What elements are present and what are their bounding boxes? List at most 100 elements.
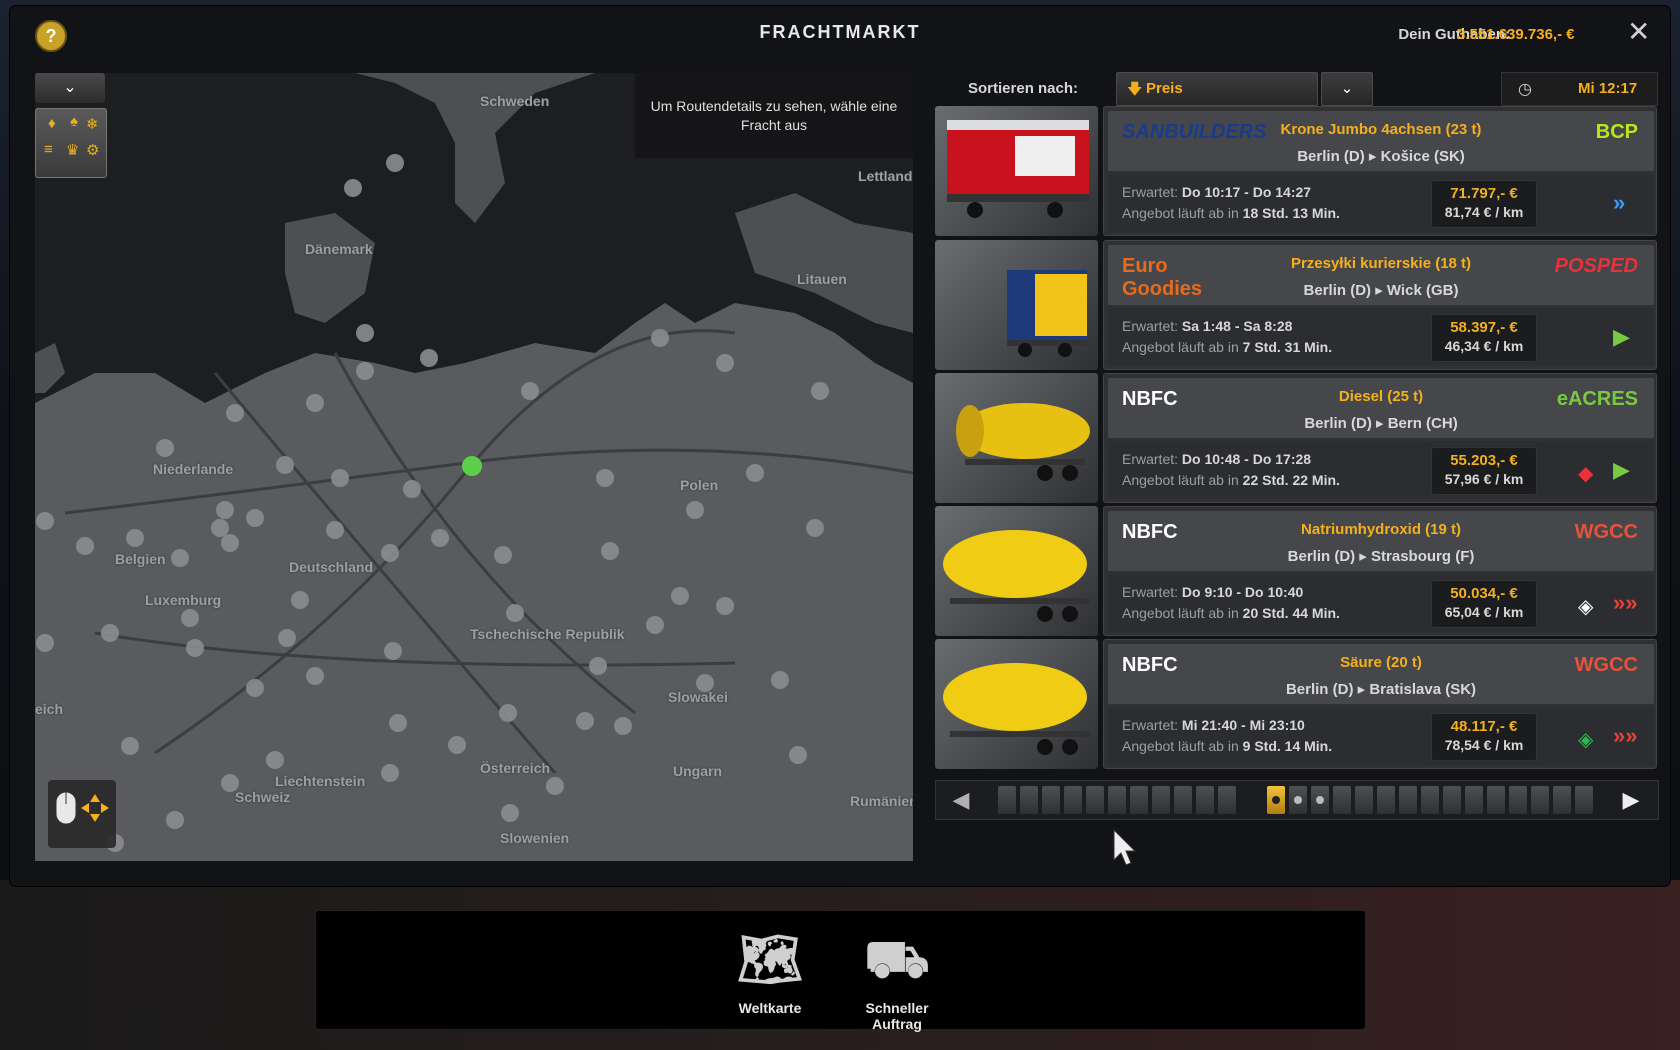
map-label: Liechtenstein: [275, 773, 366, 789]
cargo-card[interactable]: NBFC Diesel (25 t) Berlin (D) ▸ Bern (CH…: [1103, 373, 1657, 503]
route-map[interactable]: Schweden Dänemark Lettland Litauen Niede…: [35, 73, 913, 861]
page-slot[interactable]: [1509, 786, 1527, 814]
trophy-icon: ♛: [66, 142, 80, 159]
cargo-card[interactable]: NBFC Säure (20 t) Berlin (D) ▸ Bratislav…: [1103, 639, 1657, 769]
map-label: Niederlande: [153, 461, 234, 477]
price-per-km: 57,96 € / km: [1444, 471, 1524, 487]
page-slot[interactable]: [1020, 786, 1038, 814]
page-slider[interactable]: ◀ ▶: [935, 780, 1659, 820]
page-slot[interactable]: [1311, 786, 1329, 814]
urgency-icon: »: [1613, 190, 1626, 215]
page-slot[interactable]: [1575, 786, 1593, 814]
expected-time: Erwartet: Do 9:10 - Do 10:40: [1122, 584, 1304, 600]
expected-time: Erwartet: Mi 21:40 - Mi 23:10: [1122, 717, 1305, 733]
sort-value: Preis: [1146, 80, 1183, 97]
target-company-logo: WGCC: [1574, 521, 1638, 543]
page-slot[interactable]: [1531, 786, 1549, 814]
page-slot[interactable]: [1174, 786, 1192, 814]
cargo-route: Berlin (D) ▸ Strasbourg (F): [1287, 548, 1475, 565]
page-slot-active[interactable]: [1267, 786, 1285, 814]
cargo-card[interactable]: NBFC Natriumhydroxid (19 t) Berlin (D) ▸…: [1103, 506, 1657, 636]
price-per-km: 81,74 € / km: [1444, 204, 1524, 220]
hazard-toxic-icon: ◈: [1578, 729, 1594, 751]
sort-select[interactable]: 🡇 Preis: [1116, 72, 1318, 106]
cargo-route: Berlin (D) ▸ Bern (CH): [1304, 415, 1458, 432]
company-logo: NBFC: [1122, 521, 1178, 543]
trailer-image: [935, 506, 1098, 636]
price-box: 55.203,- € 57,96 € / km: [1431, 447, 1537, 495]
page-slot[interactable]: [1196, 786, 1214, 814]
chevron-right-icon[interactable]: ▶: [1606, 781, 1656, 819]
offer-expiry: Angebot läuft ab in 22 Std. 22 Min.: [1122, 472, 1340, 488]
target-company-logo: eACRES: [1556, 388, 1638, 410]
price-per-km: 65,04 € / km: [1444, 604, 1524, 620]
map-label: Deutschland: [289, 559, 374, 575]
close-icon[interactable]: ✕: [1627, 18, 1650, 46]
cargo-offer[interactable]: NBFC Diesel (25 t) Berlin (D) ▸ Bern (CH…: [935, 373, 1657, 503]
fuel-icon: ♦: [48, 115, 56, 132]
cargo-card[interactable]: Euro Goodies Przesyłki kurierskie (18 t)…: [1103, 240, 1657, 370]
page-slot[interactable]: [1421, 786, 1439, 814]
cargo-name: Säure (20 t): [1340, 654, 1422, 671]
map-label: Slowenien: [500, 830, 570, 846]
cargo-offer[interactable]: SANBUILDERS Krone Jumbo 4achsen (23 t) B…: [935, 106, 1657, 236]
sort-dropdown-button[interactable]: ⌄: [1321, 72, 1373, 106]
offer-expiry: Angebot läuft ab in 20 Std. 44 Min.: [1122, 605, 1340, 621]
map-label: Belgien: [115, 551, 166, 567]
map-label: Luxemburg: [145, 592, 222, 608]
page-slot[interactable]: [1086, 786, 1104, 814]
page-slot[interactable]: [1355, 786, 1373, 814]
page-slot[interactable]: [1130, 786, 1148, 814]
quick-job-button[interactable]: ⛟ Schneller Auftrag: [837, 920, 957, 1032]
hazard-corrosive-icon: ◈: [1578, 596, 1594, 618]
cargo-card[interactable]: SANBUILDERS Krone Jumbo 4achsen (23 t) B…: [1103, 106, 1657, 236]
cargo-offer[interactable]: Euro Goodies Przesyłki kurierskie (18 t)…: [935, 240, 1657, 370]
mouse-move-icon: [55, 791, 109, 825]
offer-expiry: Angebot läuft ab in 18 Std. 13 Min.: [1122, 205, 1340, 221]
map-collapse-button[interactable]: ⌄: [35, 73, 105, 103]
page-slot[interactable]: [1443, 786, 1461, 814]
chevron-left-icon[interactable]: ◀: [936, 781, 986, 819]
urgency-icon: ▶: [1613, 457, 1630, 482]
quick-job-label-1: Schneller: [865, 1000, 929, 1016]
cargo-name: Diesel (25 t): [1338, 388, 1424, 405]
page-slot[interactable]: [1487, 786, 1505, 814]
page-slot[interactable]: [1108, 786, 1126, 814]
page-slot[interactable]: [1042, 786, 1060, 814]
price: 58.397,- €: [1450, 319, 1518, 336]
clock-icon: ◷: [1518, 81, 1532, 98]
page-slot[interactable]: [1465, 786, 1483, 814]
cargo-name: Krone Jumbo 4achsen (23 t): [1280, 121, 1482, 138]
cargo-offer[interactable]: NBFC Säure (20 t) Berlin (D) ▸ Bratislav…: [935, 639, 1657, 769]
price: 48.117,- €: [1450, 718, 1518, 735]
page-slot[interactable]: [1377, 786, 1395, 814]
mouse-navigation-button[interactable]: [48, 780, 116, 848]
cargo-route: Berlin (D) ▸ Wick (GB): [1303, 282, 1459, 299]
price-box: 50.034,- € 65,04 € / km: [1431, 580, 1537, 628]
target-company-logo: WGCC: [1574, 654, 1638, 676]
page-slot[interactable]: [1399, 786, 1417, 814]
page-slot[interactable]: [1553, 786, 1571, 814]
gear-icon: ⚙: [86, 142, 100, 159]
offer-expiry: Angebot läuft ab in 9 Std. 14 Min.: [1122, 738, 1333, 754]
page-slot[interactable]: [1152, 786, 1170, 814]
hazard-flammable-icon: ◆: [1578, 463, 1594, 485]
map-label: Schweden: [480, 93, 550, 109]
map-filter-button[interactable]: ♦ ♠ ❄ ≡ ♛ ⚙: [35, 108, 107, 178]
page-slot[interactable]: [998, 786, 1016, 814]
company-logo: NBFC: [1122, 388, 1178, 410]
page-slot[interactable]: [1064, 786, 1082, 814]
page-slot[interactable]: [1333, 786, 1351, 814]
trailer-image: [935, 373, 1098, 503]
price: 50.034,- €: [1450, 585, 1518, 602]
gas-icon: ♠: [70, 113, 78, 130]
map-label: Dänemark: [305, 241, 373, 257]
map-label: eich: [35, 701, 64, 717]
price-box: 58.397,- € 46,34 € / km: [1431, 314, 1537, 362]
price-per-km: 78,54 € / km: [1444, 737, 1524, 753]
page-slot[interactable]: [1289, 786, 1307, 814]
page-slot[interactable]: [1218, 786, 1236, 814]
cargo-offer[interactable]: NBFC Natriumhydroxid (19 t) Berlin (D) ▸…: [935, 506, 1657, 636]
cargo-name: Natriumhydroxid (19 t): [1300, 521, 1462, 538]
worldmap-button[interactable]: 🗺 Weltkarte: [710, 920, 830, 1016]
